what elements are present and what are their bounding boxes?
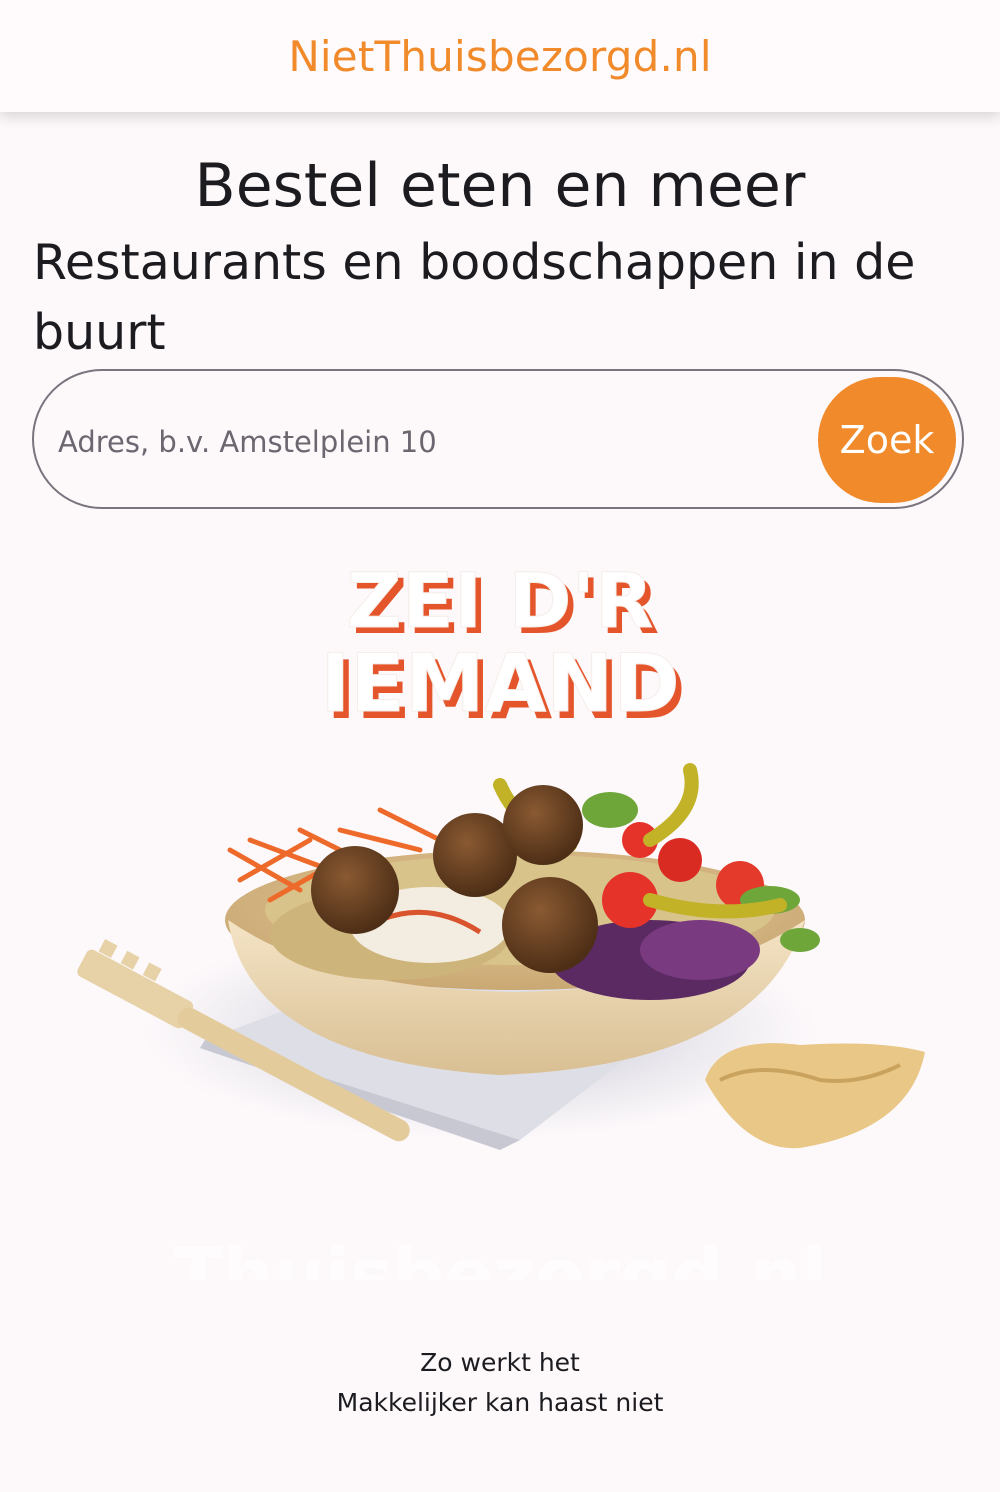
search-button[interactable]: Zoek xyxy=(818,377,956,503)
watermark-logo: Thuisbezorgd.nl xyxy=(174,1233,827,1280)
hero-image: ZEI D'R ZEI D'R IEMAND IEMAND Thuisbezor… xyxy=(77,556,925,1280)
page-subtitle: Restaurants en boodschappen in de buurt xyxy=(33,234,916,361)
how-it-works-heading: Zo werkt het xyxy=(420,1348,580,1377)
brand-title[interactable]: NietThuisbezorgd.nl xyxy=(288,32,711,81)
address-search-bar: Zoek xyxy=(32,369,964,509)
slogan-line2: IEMAND xyxy=(320,637,679,730)
page-title: Bestel eten en meer xyxy=(194,151,806,221)
tagline-text: Makkelijker kan haast niet xyxy=(336,1388,664,1417)
slogan-logo: ZEI D'R ZEI D'R IEMAND IEMAND xyxy=(320,556,686,738)
slogan-line1: ZEI D'R xyxy=(347,556,654,645)
top-app-bar: NietThuisbezorgd.nl xyxy=(0,0,1000,112)
pita-shape xyxy=(705,1043,925,1149)
address-input[interactable] xyxy=(56,411,820,473)
